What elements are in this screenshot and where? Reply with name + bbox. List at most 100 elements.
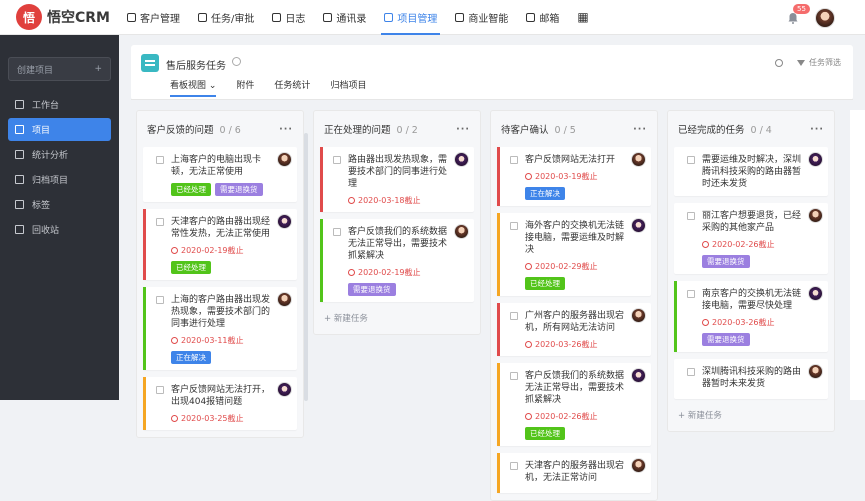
task-title: 上海客户的电脑出现卡顿，无法正常使用 <box>171 155 262 177</box>
tab-2[interactable]: 任务统计 <box>274 78 310 96</box>
assignee-avatar[interactable] <box>808 152 823 167</box>
task-title: 海外客户的交换机无法链接电脑，需要运维及时解决 <box>525 221 625 255</box>
task-due-text: 2020-03-11截止 <box>181 336 244 345</box>
assignee-avatar[interactable] <box>631 458 646 473</box>
nav-item-5[interactable]: 商业智能 <box>446 0 517 35</box>
more-icon[interactable]: ··· <box>810 124 824 135</box>
assignee-avatar[interactable] <box>808 286 823 301</box>
more-icon[interactable]: ··· <box>456 124 470 135</box>
priority-bar <box>497 303 500 356</box>
nav-item-3[interactable]: 通讯录 <box>314 0 375 35</box>
nav-item-0[interactable]: 客户管理 <box>118 0 189 35</box>
members-icon[interactable] <box>775 58 783 67</box>
sidebar-item-4[interactable]: 标签 <box>8 193 111 216</box>
task-card[interactable]: 需要运维及时解决，深圳腾讯科技采购的路由器暂时还未发货 <box>674 147 828 196</box>
task-checkbox[interactable] <box>687 156 695 164</box>
nav-item-2[interactable]: 日志 <box>263 0 314 35</box>
task-checkbox[interactable] <box>687 212 695 220</box>
task-due-date: 2020-03-18截止 <box>348 195 449 206</box>
task-checkbox[interactable] <box>156 218 164 226</box>
task-card[interactable]: 上海的客户路由器出现发热现象，需要技术部门的同事进行处理 2020-03-11截止… <box>143 287 297 370</box>
column-count: 0 / 2 <box>396 125 418 136</box>
sidebar-item-5[interactable]: 回收站 <box>8 218 111 241</box>
tab-3[interactable]: 归档项目 <box>330 78 366 96</box>
clock-icon <box>702 241 709 248</box>
column-scrollbar[interactable] <box>304 133 308 401</box>
new-task-button[interactable]: + 新建任务 <box>314 309 480 334</box>
nav-item-1[interactable]: 任务/审批 <box>189 0 263 35</box>
priority-bar <box>674 281 677 352</box>
task-checkbox[interactable] <box>333 228 341 236</box>
apps-grid-icon[interactable]: ▦ <box>568 0 597 35</box>
create-project-button[interactable]: 创建项目 + <box>8 57 111 81</box>
assignee-avatar[interactable] <box>808 364 823 379</box>
task-checkbox[interactable] <box>156 156 164 164</box>
user-avatar[interactable] <box>815 7 835 28</box>
task-title: 上海的客户路由器出现发热现象，需要技术部门的同事进行处理 <box>171 295 271 329</box>
more-icon[interactable]: ··· <box>279 124 293 135</box>
assignee-avatar[interactable] <box>631 308 646 323</box>
task-checkbox[interactable] <box>333 156 341 164</box>
brand-name: 悟空CRM <box>47 10 110 26</box>
tab-1[interactable]: 附件 <box>236 78 254 96</box>
project-title: 售后服务任务 <box>166 61 226 72</box>
contacts-icon <box>323 12 333 22</box>
task-card[interactable]: 广州客户的服务器出现宕机，所有网站无法访问 2020-03-26截止 <box>497 303 651 356</box>
priority-bar <box>143 287 146 370</box>
column-header: 已经完成的任务 0 / 4 ··· <box>668 111 834 147</box>
task-checkbox[interactable] <box>510 462 518 470</box>
task-card[interactable]: 天津客户的路由器出现经常性发热，无法正常使用 2020-02-19截止 已经处理 <box>143 209 297 280</box>
more-icon[interactable]: ··· <box>633 124 647 135</box>
task-checkbox[interactable] <box>510 312 518 320</box>
task-card[interactable]: 深圳腾讯科技采购的路由器暂时未来发货 <box>674 359 828 399</box>
assignee-avatar[interactable] <box>277 152 292 167</box>
tab-0[interactable]: 看板视图 ⌄ <box>170 78 217 97</box>
task-card[interactable]: 天津客户的服务器出现宕机，无法正常访问 <box>497 453 651 493</box>
task-checkbox[interactable] <box>510 222 518 230</box>
task-card[interactable]: 客户反馈我们的系统数据无法正常导出，需要技术抓紧解决 2020-02-26截止 已经… <box>497 363 651 446</box>
task-checkbox[interactable] <box>510 156 518 164</box>
nav-item-4[interactable]: 项目管理 <box>375 0 446 35</box>
task-checkbox[interactable] <box>156 296 164 304</box>
task-tag: 正在解决 <box>525 187 565 200</box>
assignee-avatar[interactable] <box>631 152 646 167</box>
task-card[interactable]: 客户反馈网站无法打开 2020-03-19截止 正在解决 <box>497 147 651 206</box>
brand-logo[interactable]: 悟 悟空CRM <box>0 4 118 30</box>
assignee-avatar[interactable] <box>277 292 292 307</box>
assignee-avatar[interactable] <box>454 152 469 167</box>
shield-icon <box>455 12 465 22</box>
task-due-date: 2020-03-25截止 <box>171 413 272 424</box>
task-due-date: 2020-02-29截止 <box>525 261 626 272</box>
assignee-avatar[interactable] <box>454 224 469 239</box>
priority-bar <box>143 377 146 430</box>
new-task-button[interactable]: + 新建任务 <box>668 406 834 431</box>
task-card[interactable]: 客户反馈网站无法打开，出现404报错问题 2020-03-25截止 <box>143 377 297 430</box>
sidebar-item-0[interactable]: 工作台 <box>8 93 111 116</box>
task-checkbox[interactable] <box>687 368 695 376</box>
assignee-avatar[interactable] <box>277 214 292 229</box>
task-card[interactable]: 海外客户的交换机无法链接电脑，需要运维及时解决 2020-02-29截止 已经处理 <box>497 213 651 296</box>
notification-bell-icon[interactable]: 55 <box>787 3 810 24</box>
assignee-avatar[interactable] <box>277 382 292 397</box>
task-checkbox[interactable] <box>687 290 695 298</box>
task-filter-button[interactable]: 任务筛选 <box>797 57 841 68</box>
sidebar-item-2[interactable]: 统计分析 <box>8 143 111 166</box>
mail-icon <box>526 12 536 22</box>
assignee-avatar[interactable] <box>631 218 646 233</box>
task-card[interactable]: 上海客户的电脑出现卡顿，无法正常使用 已经处理 需要退换货 <box>143 147 297 202</box>
task-card[interactable]: 南京客户的交换机无法链接电脑，需要尽快处理 2020-03-26截止 需要退换货 <box>674 281 828 352</box>
task-card[interactable]: 客户反馈我们的系统数据无法正常导出，需要技术抓紧解决 2020-02-19截止 需要… <box>320 219 474 302</box>
sidebar-item-1[interactable]: 项目 <box>8 118 111 141</box>
assignee-avatar[interactable] <box>631 368 646 383</box>
briefcase-icon <box>198 12 207 22</box>
clock-icon <box>171 247 178 254</box>
settings-gear-icon[interactable] <box>232 57 241 66</box>
task-card[interactable]: 路由器出现发热现象，需要技术部门的同事进行处理 2020-03-18截止 <box>320 147 474 212</box>
assignee-avatar[interactable] <box>808 208 823 223</box>
task-checkbox[interactable] <box>510 372 518 380</box>
sidebar-item-3[interactable]: 归档项目 <box>8 168 111 191</box>
task-checkbox[interactable] <box>156 386 164 394</box>
chart-icon <box>15 150 24 159</box>
task-card[interactable]: 丽江客户想要退货，已经采购的其他家产品 2020-02-26截止 需要退换货 <box>674 203 828 274</box>
nav-item-6[interactable]: 邮箱 <box>517 0 568 35</box>
